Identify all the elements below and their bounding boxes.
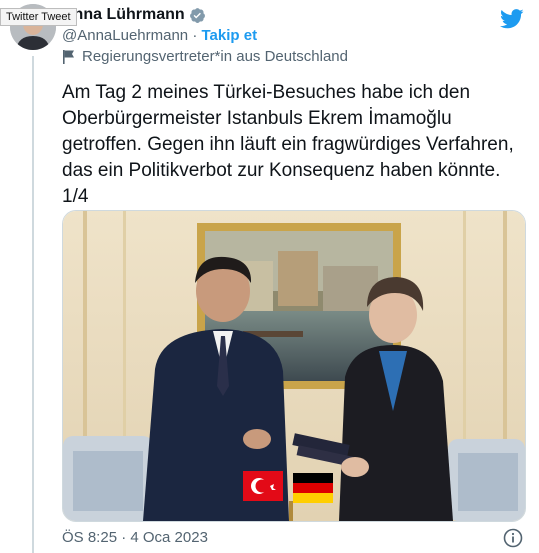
author-name-row[interactable]: Anna Lührmann [62, 6, 206, 24]
government-label: Regierungsvertreter*in aus Deutschland [82, 48, 348, 65]
government-label-row[interactable]: Regierungsvertreter*in aus Deutschland [62, 48, 348, 65]
thread-line [32, 56, 34, 553]
info-icon[interactable] [503, 528, 523, 548]
twitter-bird-icon[interactable] [500, 8, 524, 30]
flag-icon [63, 49, 74, 64]
author-handle[interactable]: @AnnaLuehrmann [62, 27, 188, 44]
follow-button[interactable]: Takip et [202, 27, 258, 44]
tweet-photo[interactable] [62, 210, 526, 522]
tooltip: Twitter Tweet [0, 8, 77, 26]
verified-badge-icon [189, 7, 205, 23]
handle-row: @AnnaLuehrmann · Takip et [62, 27, 257, 44]
separator: · [192, 27, 198, 44]
author-name[interactable]: Anna Lührmann [62, 6, 185, 24]
tweet-timestamp[interactable]: ÖS 8:25 · 4 Oca 2023 [62, 529, 208, 546]
tweet-text: Am Tag 2 meines Türkei-Besuches habe ich… [62, 82, 514, 207]
